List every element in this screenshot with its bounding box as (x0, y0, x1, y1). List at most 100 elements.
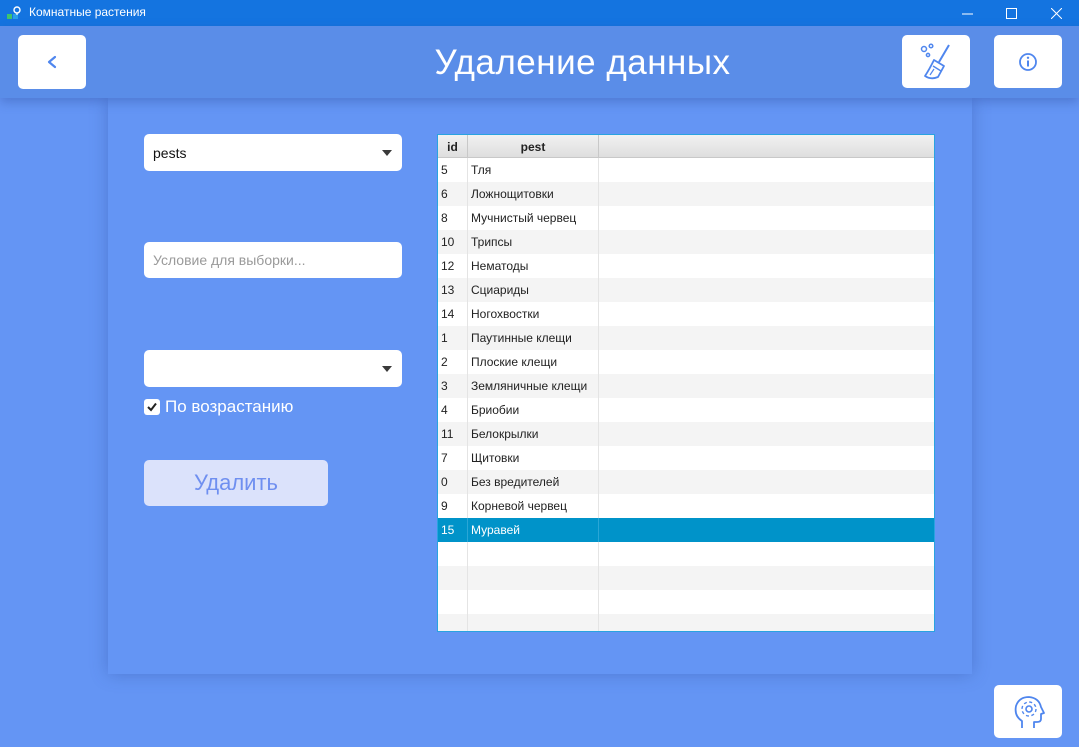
cell-pest (468, 566, 599, 590)
main-panel: pests По возрастанию Удалить id pest 5Тл… (108, 98, 972, 674)
cell-pest: Корневой червец (468, 494, 599, 518)
cell-id: 12 (438, 254, 468, 278)
cell-filler (599, 350, 934, 374)
checkbox-box[interactable] (144, 399, 160, 415)
cell-filler (599, 566, 934, 590)
cell-id: 14 (438, 302, 468, 326)
cell-id: 8 (438, 206, 468, 230)
cell-filler (599, 230, 934, 254)
table-row[interactable]: 13 Сциариды (438, 278, 934, 302)
column-header-id[interactable]: id (438, 135, 468, 158)
cell-pest: Сциариды (468, 278, 599, 302)
cell-filler (599, 206, 934, 230)
head-gear-icon (1014, 695, 1045, 728)
cell-pest: Бриобии (468, 398, 599, 422)
info-icon (1019, 52, 1037, 71)
dropdown-arrow-icon (382, 366, 392, 372)
table-select-value: pests (153, 145, 187, 161)
table-row-empty (438, 542, 934, 566)
cell-id: 5 (438, 158, 468, 182)
clear-button[interactable] (902, 35, 970, 88)
table-row-empty (438, 614, 934, 631)
cell-id: 10 (438, 230, 468, 254)
cell-pest: Тля (468, 158, 599, 182)
cell-pest: Щитовки (468, 446, 599, 470)
page-header: Удаление данных (0, 26, 1079, 98)
info-button[interactable] (994, 35, 1062, 88)
cell-id: 13 (438, 278, 468, 302)
close-icon (1050, 7, 1062, 19)
app-icon (7, 6, 21, 19)
cell-id: 4 (438, 398, 468, 422)
table-row[interactable]: 10 Трипсы (438, 230, 934, 254)
cell-id (438, 566, 468, 590)
settings-button[interactable] (994, 685, 1062, 738)
table-body: 5 Тля 6 Ложнощитовки 8 Мучнистый червец 10 Трип… (438, 158, 934, 631)
cell-id: 1 (438, 326, 468, 350)
cell-pest (468, 542, 599, 566)
window-titlebar: Комнатные растения (0, 0, 1079, 26)
cell-filler (599, 326, 934, 350)
checkmark-icon (147, 402, 157, 412)
table-row[interactable]: 15 Муравей (438, 518, 934, 542)
table-row-empty (438, 566, 934, 590)
table-header: id pest (438, 135, 934, 158)
cell-id: 0 (438, 470, 468, 494)
table-row[interactable]: 11 Белокрылки (438, 422, 934, 446)
table-row[interactable]: 5 Тля (438, 158, 934, 182)
maximize-icon (1005, 7, 1017, 19)
cell-filler (599, 158, 934, 182)
cell-pest: Ложнощитовки (468, 182, 599, 206)
cell-pest: Мучнистый червец (468, 206, 599, 230)
cell-id: 3 (438, 374, 468, 398)
cell-filler (599, 398, 934, 422)
table-select[interactable]: pests (144, 134, 402, 171)
cell-id: 11 (438, 422, 468, 446)
cell-pest: Нематоды (468, 254, 599, 278)
cell-pest: Плоские клещи (468, 350, 599, 374)
cell-pest: Муравей (468, 518, 599, 542)
cell-pest: Земляничные клещи (468, 374, 599, 398)
table-row[interactable]: 0 Без вредителей (438, 470, 934, 494)
cell-filler (599, 470, 934, 494)
data-table[interactable]: id pest 5 Тля 6 Ложнощитовки 8 Мучнистый черв… (437, 134, 935, 632)
cell-id (438, 590, 468, 614)
table-row[interactable]: 7 Щитовки (438, 446, 934, 470)
column-header-pest[interactable]: pest (468, 135, 599, 158)
cell-filler (599, 302, 934, 326)
cell-pest (468, 614, 599, 631)
cell-pest: Паутинные клещи (468, 326, 599, 350)
cell-filler (599, 182, 934, 206)
table-row[interactable]: 3 Земляничные клещи (438, 374, 934, 398)
column-header-filler (599, 135, 934, 158)
cell-id: 2 (438, 350, 468, 374)
table-row-empty (438, 590, 934, 614)
table-row[interactable]: 9 Корневой червец (438, 494, 934, 518)
close-button[interactable] (1033, 0, 1079, 26)
delete-button[interactable]: Удалить (144, 460, 328, 506)
table-row[interactable]: 1 Паутинные клещи (438, 326, 934, 350)
cell-id: 6 (438, 182, 468, 206)
cell-pest: Белокрылки (468, 422, 599, 446)
cell-filler (599, 278, 934, 302)
table-row[interactable]: 6 Ложнощитовки (438, 182, 934, 206)
table-row[interactable]: 12 Нематоды (438, 254, 934, 278)
maximize-button[interactable] (988, 0, 1034, 26)
ascending-checkbox[interactable]: По возрастанию (144, 397, 293, 417)
table-row[interactable]: 14 Ногохвостки (438, 302, 934, 326)
condition-input[interactable] (144, 242, 402, 278)
table-row[interactable]: 2 Плоские клещи (438, 350, 934, 374)
cell-pest: Без вредителей (468, 470, 599, 494)
dropdown-arrow-icon (382, 150, 392, 156)
ascending-label: По возрастанию (165, 397, 294, 416)
cell-filler (599, 374, 934, 398)
cell-pest: Ногохвостки (468, 302, 599, 326)
sort-column-select[interactable] (144, 350, 402, 387)
cell-id: 15 (438, 518, 468, 542)
cell-filler (599, 590, 934, 614)
minimize-button[interactable] (944, 0, 990, 26)
cell-filler (599, 254, 934, 278)
cell-filler (599, 494, 934, 518)
table-row[interactable]: 8 Мучнистый червец (438, 206, 934, 230)
table-row[interactable]: 4 Бриобии (438, 398, 934, 422)
